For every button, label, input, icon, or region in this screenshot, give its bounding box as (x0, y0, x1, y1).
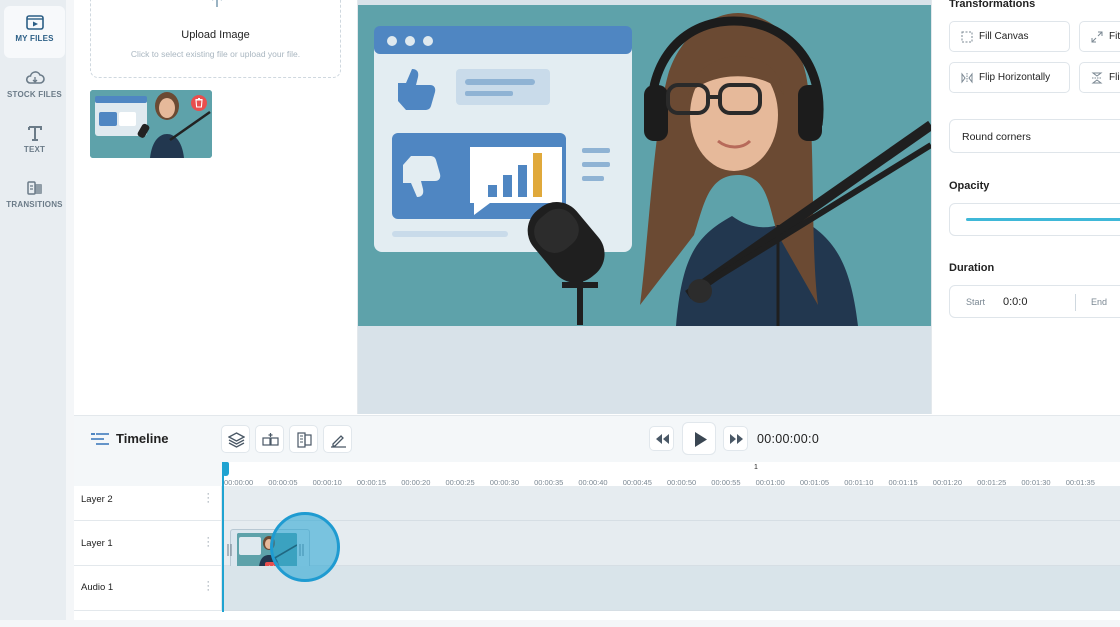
fit-button[interactable]: Fit (1079, 21, 1120, 52)
fast-forward-button[interactable] (723, 426, 748, 451)
layer-name: Audio 1 (81, 582, 114, 593)
canvas-image[interactable] (358, 5, 931, 326)
track-layer-1[interactable] (222, 521, 1120, 575)
bottom-strip (0, 620, 1120, 627)
edit-tool-button[interactable] (323, 425, 352, 453)
end-label: End (1091, 297, 1108, 307)
fill-canvas-icon (961, 31, 973, 42)
duration-separator (1075, 294, 1076, 311)
properties-panel: Transformations Fill Canvas Fit Flip Hor… (931, 0, 1120, 414)
upload-dropzone[interactable]: Upload Image Click to select existing fi… (90, 0, 341, 78)
fill-canvas-button[interactable]: Fill Canvas (949, 21, 1070, 52)
trash-icon (195, 97, 203, 108)
play-button[interactable] (682, 422, 716, 455)
split-tool-button[interactable] (255, 425, 284, 453)
text-icon (27, 126, 42, 141)
layer-row-label[interactable]: Layer 2 · · · (74, 486, 222, 521)
flip-horizontally-label: Flip Horizontally (979, 72, 1051, 83)
nav-text[interactable]: TEXT (4, 117, 65, 169)
layers-icon (228, 432, 245, 448)
duration-field[interactable]: Start 0:0:0 End (949, 285, 1120, 318)
more-options-icon[interactable]: · · · (206, 533, 210, 552)
layer-name: Layer 1 (81, 538, 113, 549)
folder-play-icon (25, 15, 44, 30)
track-audio-1[interactable] (222, 566, 1120, 611)
upload-subtitle: Click to select existing file or upload … (130, 49, 301, 59)
fill-canvas-label: Fill Canvas (979, 31, 1029, 42)
timeline-icon (91, 432, 109, 445)
round-corners-label: Round corners (962, 131, 1031, 143)
opacity-title: Opacity (949, 180, 990, 192)
split-icon (262, 433, 279, 446)
start-label: Start (966, 297, 986, 307)
opacity-slider-box (949, 203, 1120, 236)
flip-vertically-button[interactable]: Fli (1079, 62, 1120, 93)
podcast-image (358, 5, 931, 326)
upload-icon (212, 0, 222, 7)
pen-icon (331, 435, 346, 448)
cloud-icon (25, 71, 45, 84)
more-options-icon[interactable]: · · · (206, 489, 210, 508)
track-layer-2[interactable] (222, 486, 1120, 521)
play-icon (695, 432, 707, 447)
layer-row-label[interactable]: Audio 1 · · · (74, 566, 222, 611)
nav-label: MY FILES (15, 34, 54, 43)
timeline-panel: Timeline 00:00:00:0 1 00:00:00 00:00:05 00… (74, 415, 1120, 612)
delete-file-button[interactable] (191, 95, 207, 111)
layer-name: Layer 2 (81, 494, 113, 505)
timecode-display: 00:00:00:0 (757, 432, 820, 446)
rewind-icon (656, 434, 669, 444)
nav-stock-files[interactable]: STOCK FILES (4, 62, 65, 114)
film-icon (297, 432, 312, 448)
rewind-button[interactable] (649, 426, 674, 451)
layer-row-label[interactable]: Layer 1 · · · (74, 521, 222, 566)
more-options-icon[interactable]: · · · (206, 577, 210, 596)
nav-transitions[interactable]: TRANSITIONS (4, 172, 65, 224)
opacity-slider[interactable] (966, 218, 1120, 221)
layer-labels: Layer 2 · · · Layer 1 · · · Audio 1 · · · (74, 486, 222, 611)
playhead-line[interactable] (222, 462, 224, 612)
flip-horizontally-button[interactable]: Flip Horizontally (949, 62, 1070, 93)
file-thumbnail[interactable] (90, 90, 212, 158)
start-value[interactable]: 0:0:0 (1003, 296, 1027, 308)
timeline-title-text: Timeline (116, 431, 169, 446)
nav-label: TEXT (23, 145, 46, 154)
fit-label: Fit (1109, 31, 1120, 42)
clip-left-handle-icon[interactable] (227, 543, 233, 557)
round-corners-dropdown[interactable]: Round corners (949, 119, 1120, 153)
timeline-title: Timeline (90, 431, 169, 446)
left-navigation: MY FILES STOCK FILES TEXT TRANSITIONS (0, 0, 66, 627)
transformations-title: Transformations (949, 0, 1036, 10)
duration-title: Duration (949, 262, 995, 274)
expand-icon (1091, 31, 1103, 42)
flip-vertically-label: Fli (1109, 72, 1120, 83)
nav-label: STOCK FILES (7, 90, 62, 99)
nav-label: TRANSITIONS (6, 200, 63, 209)
flip-vertical-icon (1091, 72, 1103, 83)
upload-title: Upload Image (181, 29, 250, 41)
timeline-ruler[interactable]: 1 00:00:00 00:00:05 00:00:10 00:00:15 00:00:… (222, 462, 1120, 487)
timeline-tracks (222, 486, 1120, 611)
canvas-area (358, 0, 931, 414)
flip-horizontal-icon (961, 72, 973, 83)
transitions-icon (26, 181, 42, 195)
drag-cursor-indicator (270, 512, 340, 582)
ruler-marker: 1 (754, 464, 758, 471)
layers-tool-button[interactable] (221, 425, 250, 453)
nav-my-files[interactable]: MY FILES (4, 6, 65, 58)
transition-tool-button[interactable] (289, 425, 318, 453)
fast-forward-icon (730, 434, 743, 444)
files-panel: Upload Image Click to select existing fi… (74, 0, 358, 414)
